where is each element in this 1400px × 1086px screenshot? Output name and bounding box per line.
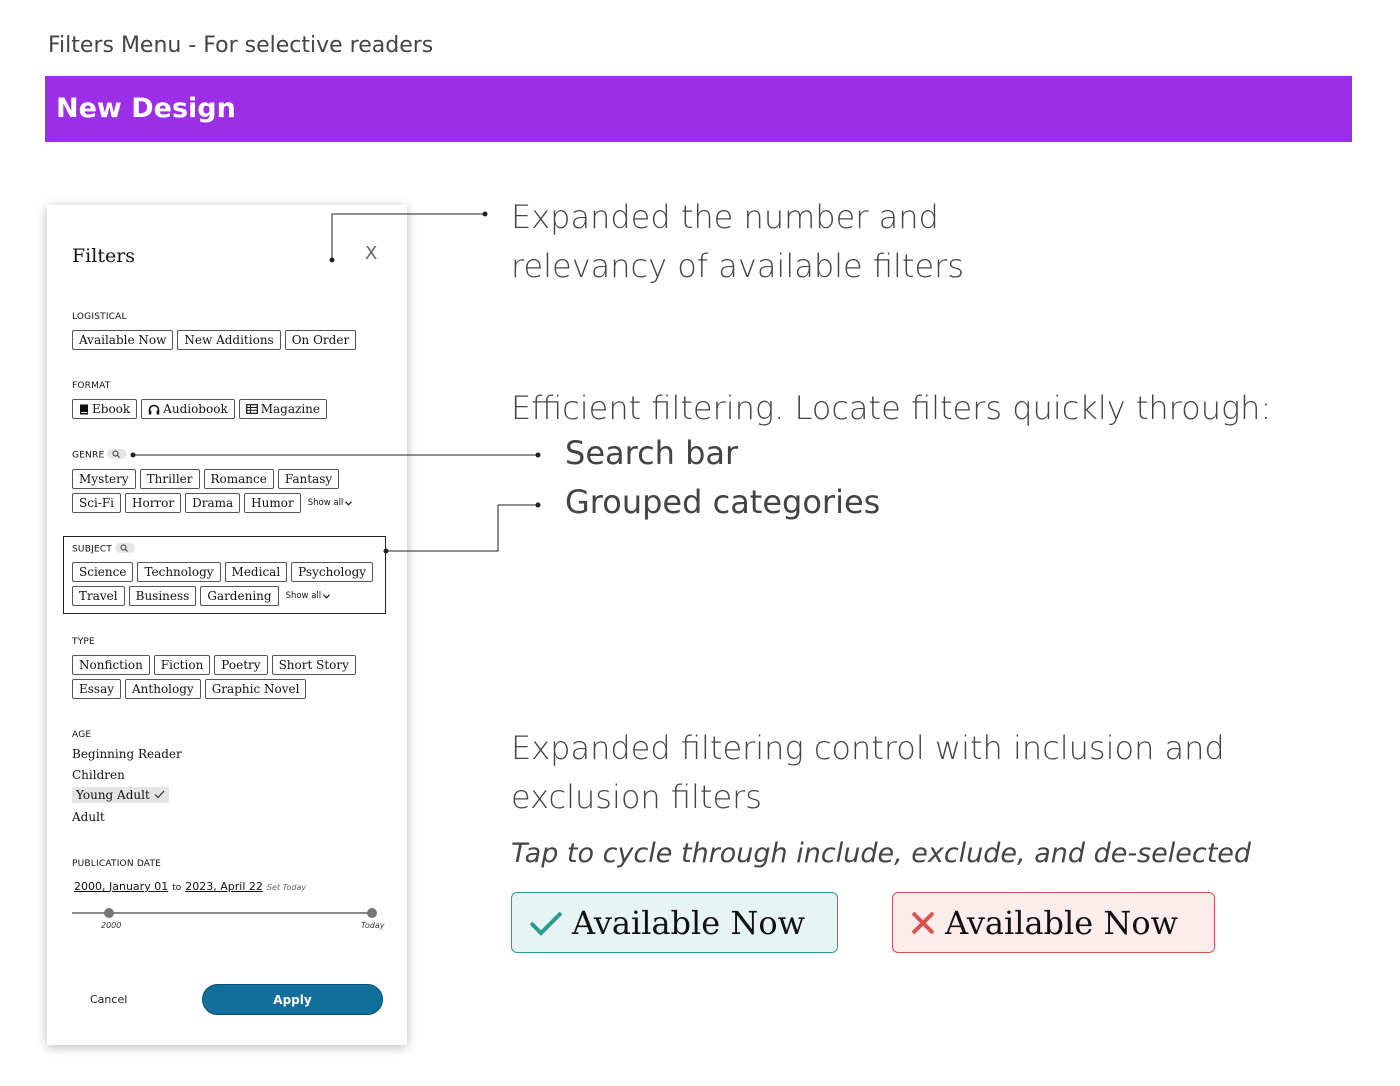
annotation-expanded-filters: Expanded the number and relevancy of ava… — [511, 193, 1311, 291]
annotation-3-line1: Expanded filtering control with inclusio… — [511, 729, 1225, 767]
include-chip-example[interactable]: Available Now — [511, 892, 838, 953]
connector-grouped — [386, 504, 538, 552]
exclude-chip-example[interactable]: Available Now — [892, 892, 1215, 953]
check-icon — [529, 911, 563, 936]
include-chip-label: Available Now — [572, 903, 805, 942]
annotation-1-line1: Expanded the number and — [511, 198, 939, 236]
connector-search-dot-end — [535, 452, 541, 458]
connector-filters — [331, 213, 485, 260]
close-icon — [911, 911, 935, 934]
annotation-tap-cycle: Tap to cycle through include, exclude, a… — [511, 838, 1252, 869]
annotation-3-line2: exclusion filters — [511, 778, 762, 816]
connector-grouped-dot-start — [383, 548, 389, 554]
annotation-bullet-grouped: Grouped categories — [565, 483, 881, 521]
annotation-1-line2: relevancy of available filters — [511, 247, 964, 285]
annotation-efficient-filtering: Efficient filtering. Locate filters quic… — [511, 389, 1272, 427]
exclude-chip-label: Available Now — [945, 903, 1178, 942]
connector-grouped-dot-end — [535, 502, 541, 508]
connector-filters-dot-start — [329, 257, 335, 263]
connector-search-dot-start — [130, 452, 136, 458]
connector-filters-dot-end — [482, 211, 488, 217]
annotation-inclusion-exclusion: Expanded filtering control with inclusio… — [511, 724, 1331, 822]
annotation-bullet-search: Search bar — [565, 434, 739, 472]
